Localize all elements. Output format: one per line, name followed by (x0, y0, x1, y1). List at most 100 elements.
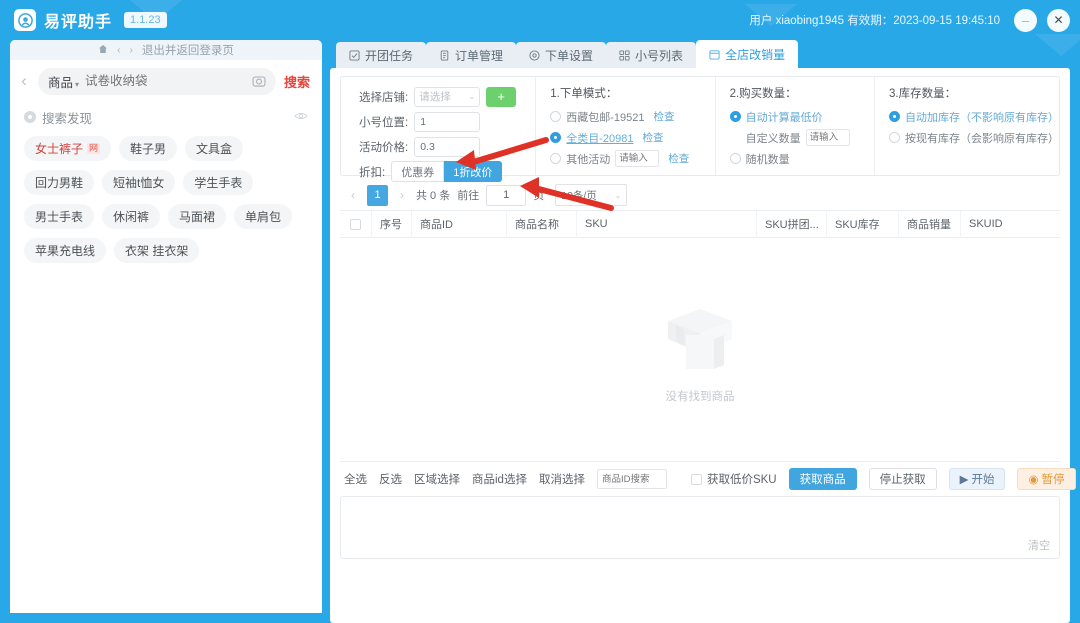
pagination-prev-icon[interactable]: ‹ (346, 188, 360, 202)
radio-icon[interactable] (550, 153, 562, 164)
radio-icon[interactable] (889, 132, 900, 143)
table-column-header[interactable]: 序号 (372, 210, 412, 238)
buy-qty-option-2[interactable]: 随机数量 (729, 148, 874, 169)
radio-icon[interactable] (729, 111, 741, 122)
search-tag-4[interactable]: 短袖t恤女 (102, 170, 176, 195)
search-tag-10[interactable]: 苹果充电线 (24, 238, 107, 263)
buy-qty-option-1[interactable]: 自定义数量 (730, 127, 874, 148)
eye-icon[interactable] (294, 108, 308, 126)
tab-3[interactable]: 小号列表 (606, 42, 697, 68)
discount-option-coupon[interactable]: 优惠券 (391, 161, 445, 182)
invert-selection-link[interactable]: 反选 (379, 471, 402, 487)
low-price-sku-checkbox[interactable] (690, 473, 702, 485)
start-button[interactable]: ▶ 开始 (948, 468, 1006, 490)
buy-qty-custom-input[interactable] (805, 129, 850, 146)
table-header-row: 序号 商品ID 商品名称 SKU SKU拼团... SKU库存 商品销量 SKUID (340, 210, 1060, 238)
search-button[interactable]: 搜索 (280, 72, 314, 91)
search-tag-6[interactable]: 男士手表 (24, 204, 95, 229)
logout-link[interactable]: 退出并返回登录页 (142, 42, 234, 58)
pagination-goto-input[interactable] (486, 184, 527, 206)
add-shop-button[interactable]: + (486, 86, 517, 107)
tab-0[interactable]: 开团任务 (336, 42, 427, 68)
log-output-box[interactable]: 清空 (340, 496, 1060, 559)
gear-circle-icon (529, 49, 540, 61)
radio-icon[interactable] (889, 111, 900, 122)
search-tag-9[interactable]: 单肩包 (234, 204, 293, 229)
price-input[interactable] (414, 136, 481, 157)
search-tag-1[interactable]: 鞋子男 (119, 136, 178, 161)
tab-2[interactable]: 下单设置 (516, 42, 607, 68)
user-info: 用户 xiaobing1945 有效期：2023-09-15 19:45:10 (749, 15, 1000, 27)
order-mode-option-0[interactable]: 西藏包邮-19521 检查 (550, 106, 714, 127)
search-tag-label: 回力男鞋 (35, 176, 84, 190)
order-mode-option-2[interactable]: 其他活动 检查 (550, 148, 714, 169)
search-tag-5[interactable]: 学生手表 (183, 170, 254, 195)
buy-qty-option-0[interactable]: 自动计算最低价 (729, 106, 874, 127)
product-id-search-input[interactable] (596, 469, 667, 489)
cancel-selection-link[interactable]: 取消选择 (539, 471, 585, 487)
search-tag-label: 单肩包 (245, 210, 282, 224)
pagination-next-icon[interactable]: › (395, 188, 409, 202)
nav-back-icon[interactable]: ‹ (117, 45, 120, 56)
pagination-page-1[interactable]: 1 (367, 184, 388, 206)
search-tag-11[interactable]: 衣架 挂衣架 (114, 238, 200, 263)
radio-icon[interactable] (550, 111, 562, 122)
discount-row: 折扣: 优惠券 1折改价 (359, 160, 535, 183)
order-mode-option-1[interactable]: 全类目-20981 检查 (550, 127, 714, 148)
position-label: 小号位置: (359, 116, 409, 129)
table-column-header[interactable]: SKUID (961, 211, 1029, 238)
order-mode-other-input[interactable] (615, 150, 660, 167)
stock-qty-option-0[interactable]: 自动加库存（不影响原有库存） (889, 106, 1059, 127)
camera-icon[interactable] (252, 74, 266, 88)
search-tag-7[interactable]: 休闲裤 (102, 204, 161, 229)
search-tag-0[interactable]: 女士裤子网 (24, 136, 112, 161)
tab-4[interactable]: 全店改销量 (696, 40, 799, 68)
position-input[interactable] (414, 111, 481, 132)
order-mode-option-label: 其他活动 (566, 153, 611, 166)
tab-1[interactable]: 订单管理 (426, 42, 517, 68)
table-column-header[interactable]: 商品销量 (899, 210, 961, 238)
sidebar-search-box[interactable]: 商品 ▾ (37, 67, 276, 95)
select-all-link[interactable]: 全选 (344, 471, 367, 487)
range-selection-link[interactable]: 区域选择 (414, 471, 460, 487)
sidebar-back-icon[interactable]: ‹ (14, 71, 34, 91)
table-column-header[interactable]: 商品ID (412, 210, 507, 238)
radio-icon[interactable] (729, 153, 741, 164)
minimize-button[interactable]: – (1014, 8, 1037, 32)
low-price-sku-row[interactable]: 获取低价SKU (690, 471, 777, 487)
search-category-dropdown[interactable]: 商品 ▾ (48, 72, 79, 91)
app-title: 易评助手 (44, 14, 113, 31)
search-tag-8[interactable]: 马面裙 (168, 204, 227, 229)
search-input[interactable] (84, 74, 246, 88)
fetch-products-button[interactable]: 获取商品 (788, 468, 857, 490)
table-column-header[interactable]: 商品名称 (507, 210, 577, 238)
search-tag-3[interactable]: 回力男鞋 (24, 170, 95, 195)
home-icon[interactable] (98, 44, 108, 57)
order-mode-check-link[interactable]: 检查 (654, 109, 675, 124)
chevron-down-icon: ▾ (74, 79, 79, 89)
order-mode-check-link[interactable]: 检查 (643, 130, 664, 145)
nav-forward-icon[interactable]: › (130, 45, 133, 56)
radio-icon[interactable] (550, 132, 562, 143)
table-column-header[interactable]: SKU (577, 210, 757, 238)
check-square-icon (349, 49, 360, 61)
table-column-header[interactable]: SKU拼团... (757, 210, 827, 238)
price-row: 活动价格: (359, 135, 535, 158)
pagination-page-size-dropdown[interactable]: 10条/页 ⌄ (555, 184, 628, 206)
pause-button[interactable]: ◉ 暂停 (1017, 468, 1076, 490)
stop-fetch-button[interactable]: 停止获取 (868, 468, 937, 490)
table-column-header[interactable]: SKU库存 (827, 210, 899, 238)
product-id-selection-link[interactable]: 商品id选择 (472, 471, 527, 487)
close-button[interactable]: ✕ (1047, 8, 1070, 32)
discount-option-price[interactable]: 1折改价 (444, 161, 503, 182)
stock-qty-option-1[interactable]: 按现有库存（会影响原有库存） (889, 127, 1059, 148)
pause-button-label: 暂停 (1041, 474, 1065, 486)
shop-select-dropdown[interactable]: 请选择 ⌄ (414, 86, 481, 107)
clear-log-button[interactable]: 清空 (1028, 537, 1050, 553)
select-all-checkbox[interactable] (350, 218, 361, 230)
order-mode-check-link[interactable]: 检查 (668, 151, 689, 166)
pagination-page-unit: 页 (533, 190, 545, 202)
shop-select-value: 请选择 (419, 91, 451, 103)
sidebar-panel: ‹ › 退出并返回登录页 ‹ 商品▾ 搜索 搜索发现 女士裤子 (10, 40, 322, 613)
search-tag-2[interactable]: 文具盒 (185, 136, 244, 161)
